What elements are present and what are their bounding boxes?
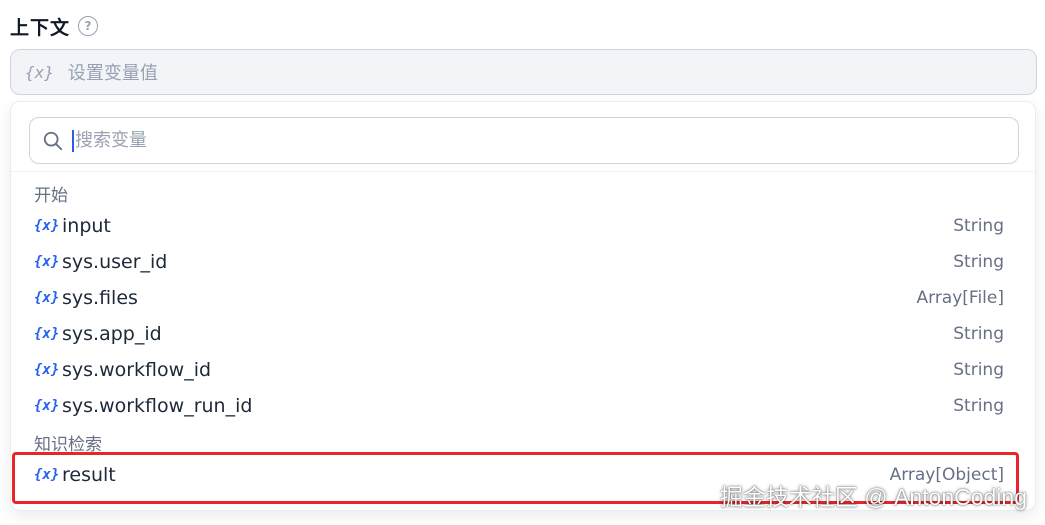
variable-row[interactable]: {x} input String — [34, 209, 1004, 243]
variable-row[interactable]: {x} sys.workflow_run_id String — [34, 389, 1004, 423]
variable-type: String — [953, 252, 1004, 272]
variable-row[interactable]: {x} sys.files Array[File] — [34, 281, 1004, 315]
divider — [11, 171, 1035, 172]
variable-field-placeholder: 设置变量值 — [67, 63, 158, 84]
variable-row[interactable]: {x} sys.workflow_id String — [34, 353, 1004, 387]
variable-icon: {x} — [34, 467, 60, 483]
variable-name: sys.workflow_run_id — [62, 395, 253, 417]
variable-row[interactable]: {x} sys.app_id String — [34, 317, 1004, 351]
variable-type: Array[File] — [916, 288, 1005, 308]
text-caret — [72, 129, 74, 152]
variable-icon: {x} — [34, 290, 60, 306]
context-config-page: 上下文 ? {x} 设置变量值 开始 {x} input String {x} … — [0, 0, 1045, 525]
variable-type: String — [953, 396, 1004, 416]
group-title-start: 开始 — [34, 186, 68, 206]
variable-name: sys.app_id — [62, 323, 162, 345]
variable-name: input — [62, 215, 111, 237]
help-icon[interactable]: ? — [78, 16, 99, 36]
variable-icon: {x} — [34, 254, 60, 270]
variable-type: String — [953, 324, 1004, 344]
variable-dropdown-panel: 开始 {x} input String {x} sys.user_id Stri… — [10, 101, 1036, 511]
variable-row[interactable]: {x} sys.user_id String — [34, 245, 1004, 279]
search-box[interactable] — [29, 117, 1019, 164]
watermark: 掘金技术社区 @ AntonCoding — [719, 484, 1027, 510]
variable-value-field[interactable]: {x} 设置变量值 — [10, 49, 1037, 95]
variable-icon: {x} — [34, 398, 60, 414]
variable-type: String — [953, 216, 1004, 236]
group-title-knowledge-retrieval: 知识检索 — [34, 435, 102, 455]
variable-icon: {x} — [34, 218, 60, 234]
context-title: 上下文 — [10, 16, 71, 39]
variable-name: sys.user_id — [62, 251, 168, 273]
variable-name: sys.workflow_id — [62, 359, 212, 381]
variable-name: sys.files — [62, 287, 138, 309]
variable-icon: {x} — [34, 326, 60, 342]
context-header: 上下文 ? — [10, 12, 99, 40]
variable-icon: {x} — [25, 62, 54, 82]
variable-icon: {x} — [34, 362, 60, 378]
variable-type: String — [953, 360, 1004, 380]
search-input[interactable] — [75, 130, 975, 151]
search-icon — [43, 131, 63, 150]
